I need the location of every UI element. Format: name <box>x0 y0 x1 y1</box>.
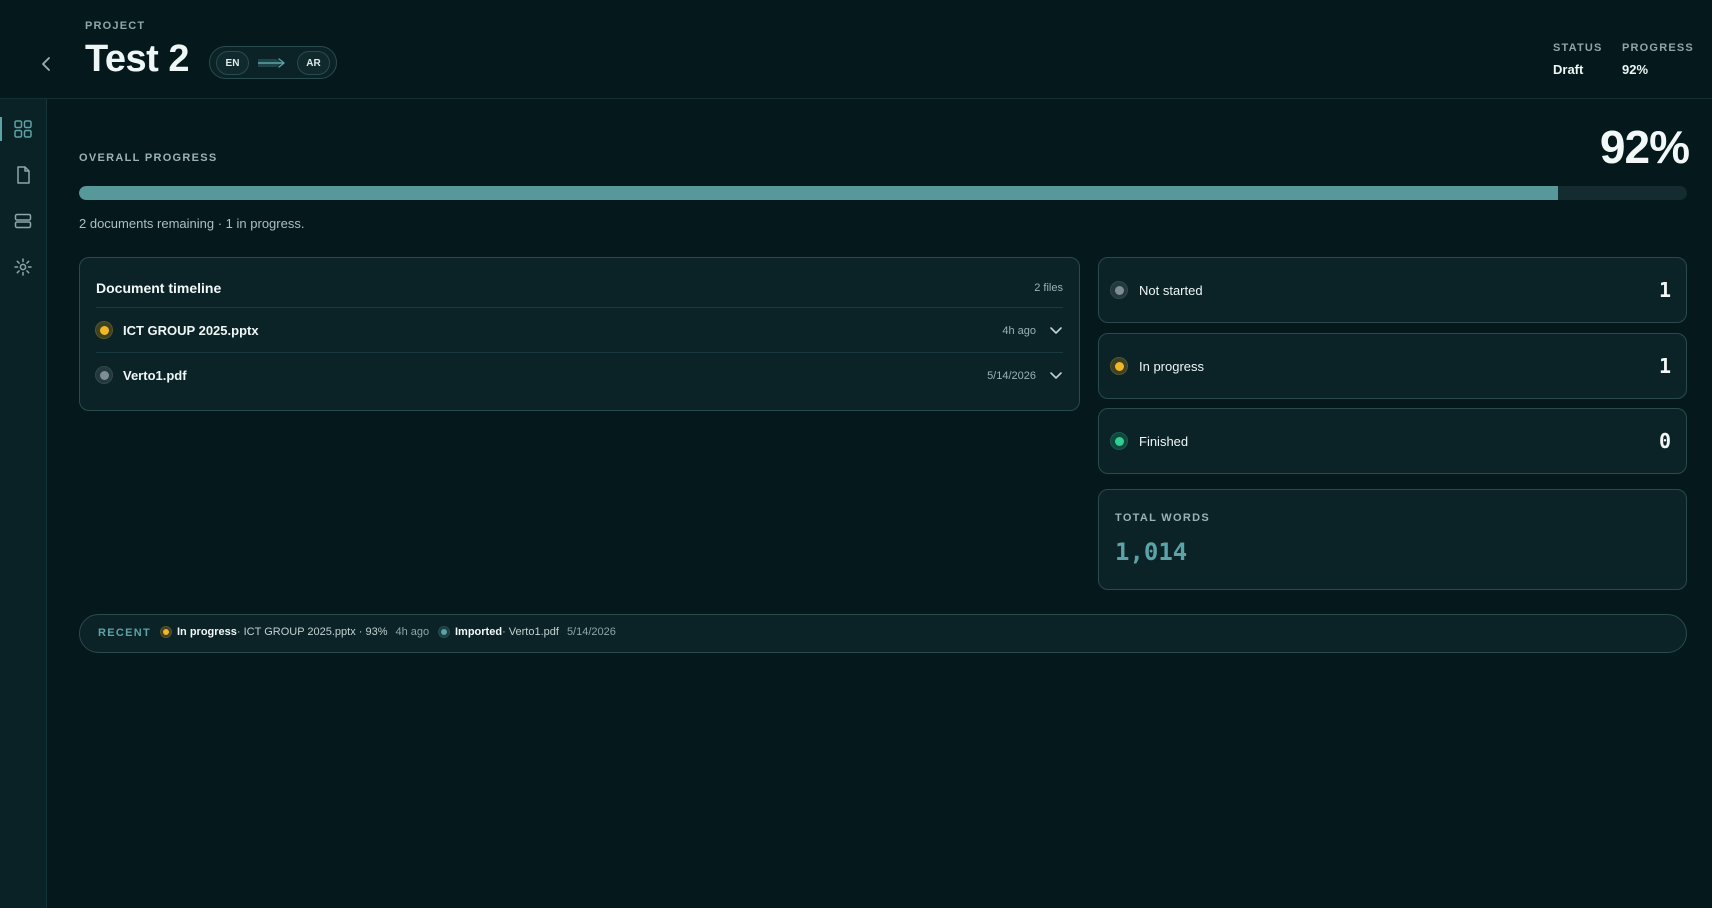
chevron-down-icon[interactable] <box>1049 368 1063 382</box>
total-words-label: TOTAL WORDS <box>1115 512 1210 524</box>
stat-card-not-started: Not started 1 <box>1098 257 1687 323</box>
stat-label: In progress <box>1139 359 1205 374</box>
status-dot-icon <box>1111 358 1127 374</box>
document-name: ICT GROUP 2025.pptx <box>123 323 259 338</box>
document-name: Verto1.pdf <box>123 368 187 383</box>
back-button[interactable] <box>36 50 56 78</box>
overall-progress-bar <box>79 186 1687 200</box>
status-dot-icon <box>1111 282 1127 298</box>
recent-detail: · ICT GROUP 2025.pptx · 93% <box>236 626 388 638</box>
chevron-left-icon <box>42 57 50 71</box>
language-pair: EN AR <box>209 46 337 79</box>
recent-detail: · Verto1.pdf <box>502 626 559 638</box>
document-time: 5/14/2026 <box>987 370 1036 382</box>
grid-icon <box>14 120 32 138</box>
stat-count: 1 <box>1658 354 1671 378</box>
progress-bar-fill <box>79 186 1559 200</box>
project-header: PROJECT Test 2 EN AR STATUS Draft PROGRE… <box>0 0 1712 99</box>
sidebar <box>0 99 47 908</box>
stack-icon <box>14 213 32 229</box>
total-words-value: 1,014 <box>1115 538 1188 566</box>
overall-progress-subtitle: 2 documents remaining · 1 in progress. <box>79 216 305 231</box>
source-language-badge: EN <box>216 51 249 75</box>
stat-label: Finished <box>1139 434 1189 449</box>
chevron-down-icon[interactable] <box>1049 323 1063 337</box>
total-words-card: TOTAL WORDS 1,014 <box>1098 489 1687 590</box>
recent-item[interactable]: Imported · Verto1.pdf 5/14/2026 <box>439 626 616 638</box>
recent-label: RECENT <box>98 627 152 639</box>
status-dot-icon <box>96 367 112 383</box>
recent-item[interactable]: In progress · ICT GROUP 2025.pptx · 93% … <box>161 626 429 638</box>
timeline-row[interactable]: ICT GROUP 2025.pptx 4h ago <box>96 307 1063 352</box>
status-dot-icon <box>439 627 449 637</box>
document-icon <box>17 166 30 184</box>
stat-count: 0 <box>1658 429 1671 453</box>
arrow-right-icon <box>258 58 285 68</box>
sidebar-item-dashboard[interactable] <box>0 111 46 147</box>
timeline-row[interactable]: Verto1.pdf 5/14/2026 <box>96 352 1063 397</box>
status-dot-icon <box>96 322 112 338</box>
page-title: Test 2 <box>85 38 190 80</box>
overall-progress-percent: 92% <box>1599 121 1690 173</box>
progress-value: 92% <box>1622 62 1649 77</box>
recent-time: 5/14/2026 <box>566 626 616 638</box>
target-language-badge: AR <box>297 51 330 75</box>
document-timeline-card: Document timeline 2 files ICT GROUP 2025… <box>79 257 1080 411</box>
status-dot-icon <box>1111 433 1127 449</box>
sidebar-item-settings[interactable] <box>0 249 46 285</box>
recent-status: In progress <box>177 626 237 638</box>
document-time: 4h ago <box>1002 325 1036 337</box>
stat-card-in-progress: In progress 1 <box>1098 333 1687 399</box>
sidebar-item-documents[interactable] <box>0 157 46 193</box>
status-dot-icon <box>161 627 171 637</box>
stat-card-finished: Finished 0 <box>1098 408 1687 474</box>
timeline-file-count: 2 files <box>1034 282 1063 294</box>
status-label: STATUS <box>1553 42 1603 54</box>
recent-time: 4h ago <box>395 626 430 638</box>
gear-icon <box>14 258 32 276</box>
project-label: PROJECT <box>85 20 146 32</box>
recent-status: Imported <box>455 626 503 638</box>
recent-activity-bar: RECENT In progress · ICT GROUP 2025.pptx… <box>79 614 1687 653</box>
status-value: Draft <box>1553 62 1584 77</box>
overall-progress-label: OVERALL PROGRESS <box>79 152 218 164</box>
timeline-title: Document timeline <box>96 280 222 296</box>
sidebar-item-storage[interactable] <box>0 203 46 239</box>
stat-count: 1 <box>1658 278 1671 302</box>
stat-label: Not started <box>1139 283 1203 298</box>
progress-label: PROGRESS <box>1622 42 1694 54</box>
